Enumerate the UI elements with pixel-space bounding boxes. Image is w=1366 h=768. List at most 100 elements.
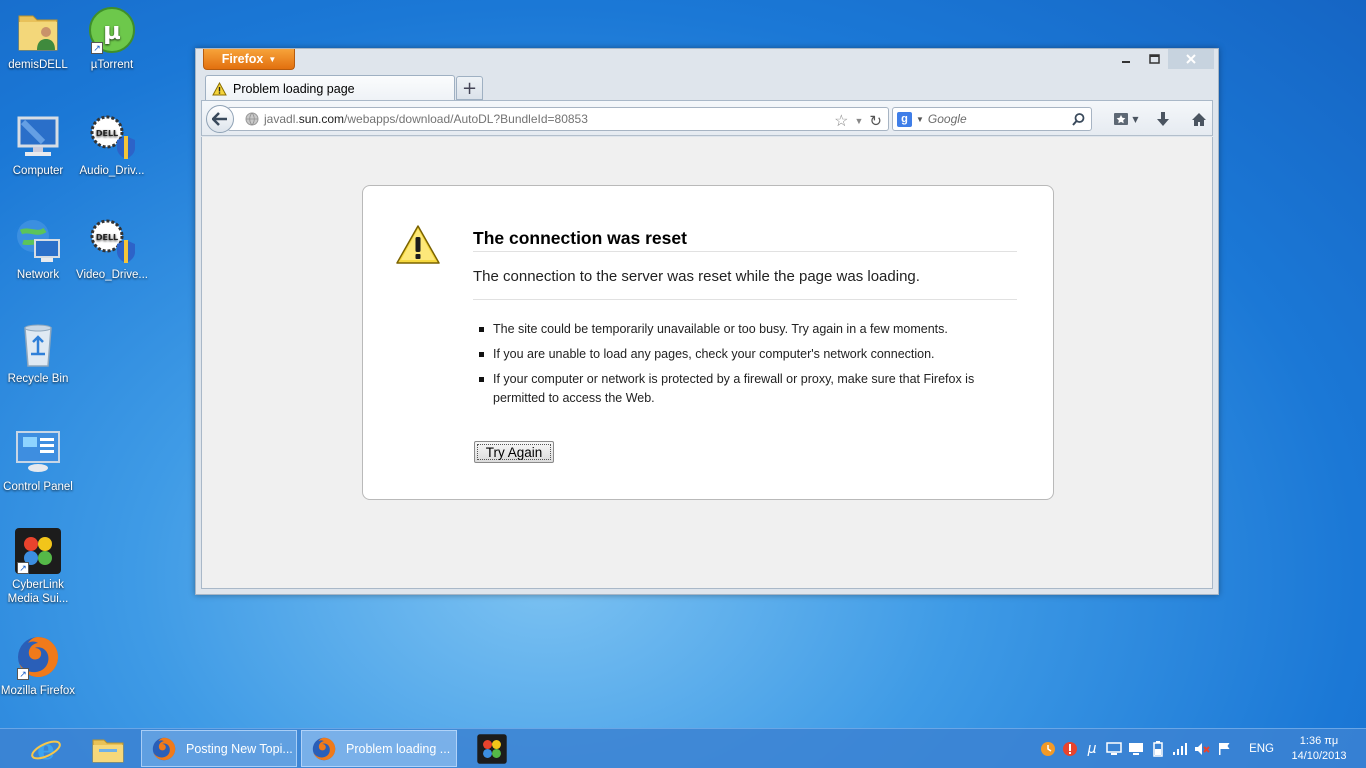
taskbar-task-problem-loading[interactable]: Problem loading ... bbox=[301, 730, 457, 767]
dropdown-arrow-icon: ▼ bbox=[268, 54, 277, 64]
search-placeholder: Google bbox=[927, 112, 967, 126]
taskbar-pin-cyberlink[interactable] bbox=[464, 731, 520, 767]
file-explorer-icon bbox=[92, 739, 124, 763]
internet-explorer-icon: e bbox=[31, 733, 61, 765]
reload-icon[interactable]: ↻ bbox=[869, 112, 882, 130]
computer-icon bbox=[13, 112, 63, 162]
dell-installer-icon: DELL bbox=[87, 216, 137, 266]
cyberlink-icon bbox=[477, 734, 507, 764]
svg-text:DELL: DELL bbox=[96, 129, 118, 138]
language-indicator[interactable]: ENG bbox=[1249, 743, 1274, 755]
task-label: Problem loading ... bbox=[346, 741, 451, 756]
desktop-icon-network[interactable]: Network bbox=[0, 216, 76, 282]
network-icon bbox=[13, 216, 63, 266]
desktop-icon-mozilla-firefox[interactable]: ↗ Mozilla Firefox bbox=[0, 632, 76, 698]
downloads-button[interactable] bbox=[1152, 109, 1174, 129]
search-bar[interactable]: g ▼ Google bbox=[892, 107, 1092, 131]
url-bar[interactable]: javadl. sun.com/webapps/download/AutoDL?B… bbox=[228, 107, 889, 131]
task-label: Posting New Topi... bbox=[186, 741, 293, 756]
system-tray: µ ENG 1:36 πμ 14/10/2013 bbox=[1037, 729, 1366, 768]
home-button[interactable] bbox=[1188, 109, 1210, 129]
desktop-icon-recycle-bin[interactable]: Recycle Bin bbox=[0, 320, 76, 386]
google-icon[interactable]: g bbox=[897, 111, 912, 127]
taskbar-pin-file-explorer[interactable] bbox=[80, 731, 136, 767]
taskbar: e Posting New Topi... Problem loading ..… bbox=[0, 728, 1366, 768]
new-tab-button[interactable]: + bbox=[456, 76, 483, 100]
firefox-menu-button[interactable]: Firefox ▼ bbox=[203, 49, 295, 70]
error-container: The connection was reset The connection … bbox=[362, 185, 1054, 500]
desktop-icon-label: Audio_Driv... bbox=[79, 165, 145, 177]
desktop-icon-label: Computer bbox=[12, 165, 64, 177]
tray-display-icon[interactable] bbox=[1103, 739, 1125, 759]
taskbar-task-posting-new-topic[interactable]: Posting New Topi... bbox=[141, 730, 297, 767]
control-panel-icon bbox=[13, 428, 63, 478]
tray-signal-icon[interactable] bbox=[1169, 739, 1191, 759]
bookmark-star-icon[interactable]: ☆ bbox=[834, 111, 848, 131]
bookmarks-icon bbox=[1114, 113, 1129, 125]
try-again-button[interactable]: Try Again bbox=[474, 441, 554, 463]
history-dropdown-icon[interactable]: ▼ bbox=[855, 116, 864, 126]
tray-volume-muted-icon[interactable] bbox=[1191, 739, 1213, 759]
close-button[interactable] bbox=[1168, 49, 1214, 69]
search-engine-dropdown-icon[interactable]: ▼ bbox=[916, 115, 924, 124]
tray-flag-icon[interactable] bbox=[1213, 739, 1235, 759]
url-prefix: javadl. bbox=[264, 112, 299, 126]
warning-icon bbox=[212, 81, 227, 95]
error-suggestions: The site could be temporarily unavailabl… bbox=[473, 320, 993, 414]
search-icon[interactable] bbox=[1072, 113, 1085, 126]
tray-clock-app-icon[interactable] bbox=[1037, 739, 1059, 759]
maximize-button[interactable] bbox=[1140, 49, 1168, 69]
desktop-icon-computer[interactable]: Computer bbox=[0, 112, 76, 178]
firefox-icon bbox=[152, 737, 176, 760]
desktop-icon-demisdell[interactable]: demisDELL bbox=[0, 6, 76, 72]
page-content: The connection was reset The connection … bbox=[201, 137, 1213, 589]
desktop-icon-video-driver[interactable]: DELL Video_Drive... bbox=[74, 216, 150, 282]
list-item: The site could be temporarily unavailabl… bbox=[473, 320, 993, 339]
desktop-icon-utorrent[interactable]: µ ↗ µTorrent bbox=[74, 6, 150, 72]
svg-text:DELL: DELL bbox=[96, 233, 118, 242]
taskbar-pin-internet-explorer[interactable]: e bbox=[18, 731, 74, 767]
navigation-toolbar: javadl. sun.com/webapps/download/AutoDL?B… bbox=[201, 100, 1213, 136]
clock[interactable]: 1:36 πμ 14/10/2013 bbox=[1282, 734, 1356, 764]
download-arrow-icon bbox=[1157, 112, 1169, 126]
window-controls bbox=[1112, 49, 1214, 69]
tab-title: Problem loading page bbox=[233, 81, 355, 96]
warning-icon bbox=[396, 225, 440, 264]
bookmarks-dropdown-icon: ▼ bbox=[1132, 114, 1139, 124]
desktop-icon-label: Mozilla Firefox bbox=[0, 685, 76, 697]
close-icon bbox=[1186, 54, 1196, 64]
tray-utorrent-icon[interactable]: µ bbox=[1081, 739, 1103, 759]
back-button[interactable] bbox=[206, 105, 234, 133]
back-arrow-icon bbox=[212, 112, 227, 126]
tray-monitor-icon[interactable] bbox=[1125, 739, 1147, 759]
desktop-icon-control-panel[interactable]: Control Panel bbox=[0, 428, 76, 494]
maximize-icon bbox=[1148, 54, 1160, 64]
url-path: /webapps/download/AutoDL?BundleId=80853 bbox=[344, 112, 588, 126]
desktop-icon-label: Control Panel bbox=[3, 481, 73, 493]
desktop: { "desktop": { "icons": [ {"label": "dem… bbox=[0, 0, 1366, 768]
user-folder-icon bbox=[13, 6, 63, 56]
utorrent-icon: µ ↗ bbox=[87, 6, 137, 56]
error-title: The connection was reset bbox=[473, 228, 1017, 252]
home-icon bbox=[1192, 112, 1206, 126]
desktop-icon-label: Recycle Bin bbox=[7, 373, 69, 385]
list-item: If you are unable to load any pages, che… bbox=[473, 345, 993, 364]
dell-installer-icon: DELL bbox=[87, 112, 137, 162]
tray-alert-icon[interactable] bbox=[1059, 739, 1081, 759]
shortcut-arrow-icon: ↗ bbox=[91, 42, 103, 54]
desktop-icon-label: demisDELL bbox=[8, 59, 68, 71]
shortcut-arrow-icon: ↗ bbox=[17, 562, 29, 574]
recycle-bin-icon bbox=[13, 320, 63, 370]
tab-problem-loading-page[interactable]: Problem loading page bbox=[205, 75, 455, 101]
desktop-icon-label: CyberLink Media Sui... bbox=[7, 579, 69, 605]
desktop-icon-label: Network bbox=[16, 269, 60, 281]
bookmarks-button[interactable]: ▼ bbox=[1109, 109, 1143, 129]
minimize-button[interactable] bbox=[1112, 49, 1140, 69]
svg-text:e: e bbox=[37, 733, 55, 765]
plus-icon: + bbox=[461, 77, 478, 99]
desktop-icon-label: µTorrent bbox=[90, 59, 134, 71]
desktop-icon-cyberlink[interactable]: ↗ CyberLink Media Sui... bbox=[0, 526, 76, 606]
tray-battery-icon[interactable] bbox=[1147, 739, 1169, 759]
desktop-icon-label: Video_Drive... bbox=[75, 269, 149, 281]
desktop-icon-audio-driver[interactable]: DELL Audio_Driv... bbox=[74, 112, 150, 178]
